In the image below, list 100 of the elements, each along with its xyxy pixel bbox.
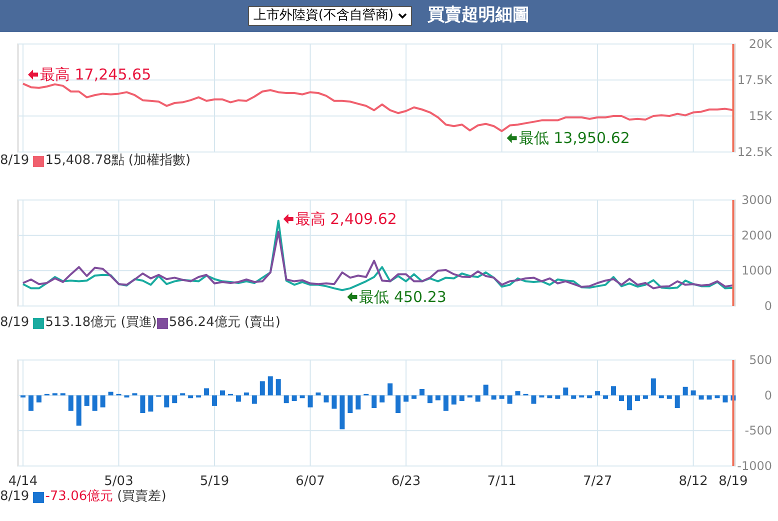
annotation-label: 最低 13,950.62 <box>518 129 630 148</box>
bar <box>579 395 584 398</box>
bar <box>563 388 568 396</box>
x-axis-label: 4/14 <box>8 474 38 489</box>
legend-value: -73.06億元 <box>45 488 114 506</box>
legend-value: 513.18億元 <box>45 314 117 332</box>
bar <box>316 392 321 396</box>
bar <box>332 395 337 409</box>
annotation-label: 最高 2,409.62 <box>295 210 397 228</box>
bar <box>547 395 552 398</box>
bar <box>276 379 281 396</box>
bar <box>380 395 385 402</box>
y-axis-label: 2000 <box>741 228 772 242</box>
bar <box>204 388 210 396</box>
y-axis-label: 15K <box>748 109 772 123</box>
category-dropdown[interactable]: 上市外陸資(不含自營商) <box>248 6 412 26</box>
bar <box>284 395 289 404</box>
bar <box>595 391 600 396</box>
bar <box>244 392 249 396</box>
bar <box>499 395 504 399</box>
bar <box>348 395 353 413</box>
bar <box>443 395 448 411</box>
bar <box>674 395 680 408</box>
bar <box>212 395 218 406</box>
page-title: 買賣超明細圖 <box>428 4 530 28</box>
bar <box>412 395 417 399</box>
y-axis-label: 0 <box>764 388 772 402</box>
bar <box>650 378 656 396</box>
bar <box>722 395 728 402</box>
chevron-down-icon <box>398 13 407 19</box>
bar <box>388 383 393 396</box>
legend-series-name: (買賣差) <box>117 488 166 506</box>
arrow-icon <box>347 292 358 302</box>
bar <box>642 395 648 399</box>
bar <box>420 388 424 396</box>
legend-value: 586.24億元 <box>168 314 240 332</box>
y-axis-label: 3000 <box>741 193 772 207</box>
bar <box>164 395 170 408</box>
bar <box>634 395 640 401</box>
legend-date: 8/19 <box>0 152 30 170</box>
bar <box>108 392 114 396</box>
bar <box>172 395 178 404</box>
arrow-icon <box>506 133 517 144</box>
bar <box>730 395 736 400</box>
bar <box>372 395 377 408</box>
bar <box>435 395 440 400</box>
legend-value: 15,408.78點 <box>45 152 124 170</box>
bar <box>483 384 488 396</box>
y-axis-label: 1000 <box>741 264 772 278</box>
y-axis-label: -1000 <box>737 459 772 473</box>
x-axis-label: 5/19 <box>200 474 230 489</box>
bar <box>76 395 82 426</box>
y-axis-label: -500 <box>744 424 772 438</box>
bar <box>236 395 241 402</box>
annotation-label: 最低 450.23 <box>359 288 446 306</box>
arrow-icon <box>28 70 38 80</box>
bar <box>36 395 42 402</box>
bar <box>587 395 592 398</box>
bar <box>451 395 456 405</box>
bar <box>619 395 624 401</box>
legend-series-name: (賣出) <box>244 314 281 332</box>
bar <box>690 390 696 396</box>
bar <box>571 395 576 399</box>
legend-series-name: (加權指數) <box>128 152 191 170</box>
bar <box>260 381 265 396</box>
bar <box>300 395 305 398</box>
bar <box>52 393 58 396</box>
y-axis-label: 12.5K <box>737 145 772 159</box>
bar <box>475 395 480 402</box>
bar <box>459 395 464 401</box>
bar <box>84 395 90 406</box>
bar <box>531 395 536 404</box>
bar <box>28 395 34 411</box>
bar <box>68 395 74 411</box>
bar <box>124 395 130 398</box>
bar <box>196 395 202 398</box>
x-axis-label: 5/03 <box>104 474 134 489</box>
bar <box>20 395 26 398</box>
bar <box>507 395 512 404</box>
bar <box>666 395 672 399</box>
bar <box>658 395 664 398</box>
x-axis-label: 8/19 <box>718 474 748 489</box>
bar <box>682 386 688 396</box>
bar <box>100 395 106 408</box>
bar <box>539 395 544 398</box>
bar <box>706 395 712 400</box>
annotation-label: 最高 17,245.65 <box>40 66 152 84</box>
legend-date: 8/19 <box>0 488 30 506</box>
bar <box>292 395 297 401</box>
bar <box>515 391 520 396</box>
bar <box>132 393 138 396</box>
bar <box>491 395 496 400</box>
bar <box>148 395 154 412</box>
bar <box>356 395 361 410</box>
bar <box>188 395 194 398</box>
bar <box>324 395 329 402</box>
bar <box>340 395 345 430</box>
bar <box>180 393 186 396</box>
x-axis-label: 6/23 <box>391 474 421 489</box>
bar <box>252 395 257 404</box>
